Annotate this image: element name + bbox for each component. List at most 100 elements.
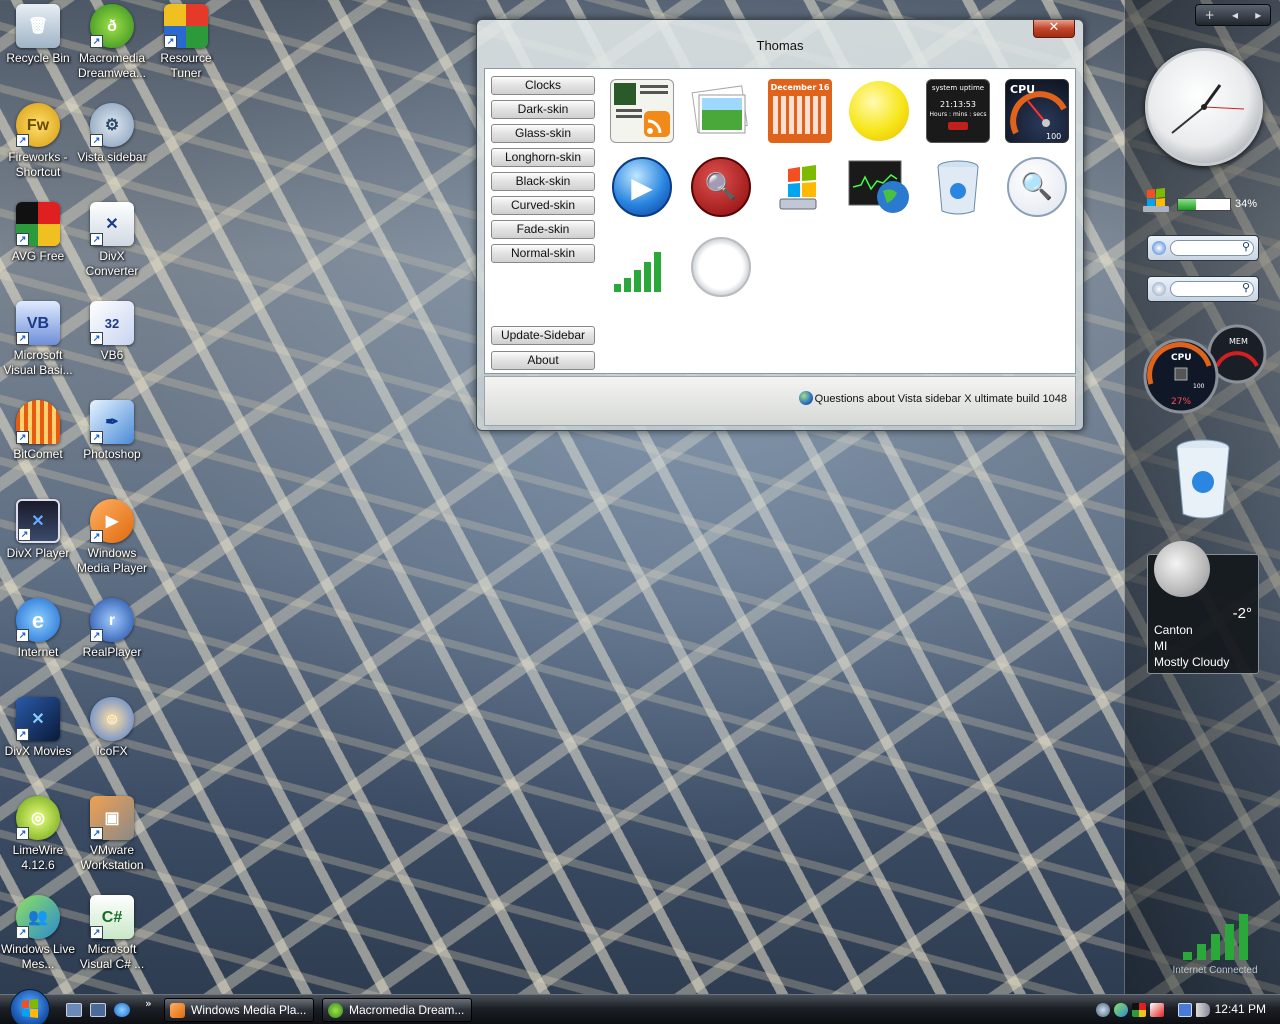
desktop-icon-windows-media-player[interactable]: ▶ ↗ Windows Media Player [74,499,150,576]
dark-skin-button[interactable]: Dark-skin [491,100,595,119]
flag-tray-icon[interactable] [1150,1003,1164,1017]
windows-computer-gadget[interactable] [768,155,832,219]
network-signal-gadget[interactable]: Internet Connected [1155,912,1275,982]
desktop-icon-avg[interactable]: ↗ AVG Free [0,202,76,264]
show-desktop-icon[interactable] [66,1003,82,1017]
sidebar-settings-dialog: Thomas ✕ Clocks Dark-skin Glass-skin Lon… [476,19,1084,431]
slideshow-gadget[interactable] [689,79,753,143]
desktop-icon-label: DivX Movies [4,744,72,758]
quick-launch-overflow[interactable]: » [145,997,152,1010]
network-status-label: Internet Connected [1172,965,1258,976]
search-magnifier-blue-gadget[interactable]: 🔍 [1005,155,1069,219]
search-icon[interactable]: ⚲ [1242,240,1250,253]
add-gadget-button[interactable]: + [1205,8,1215,22]
about-button[interactable]: About [491,351,595,370]
feed-headlines-gadget[interactable] [610,79,674,143]
previous-page-button[interactable]: ◂ [1232,8,1238,22]
volume-tray-icon[interactable] [1196,1003,1210,1017]
black-skin-button[interactable]: Black-skin [491,172,595,191]
start-button[interactable] [10,989,50,1024]
desktop-icon-label: Photoshop [83,447,141,461]
bitcomet-icon: ↗ [16,400,60,444]
sidebar-recycle-bin-gadget[interactable] [1171,436,1235,522]
network-tray-icon[interactable] [1178,1003,1192,1017]
normal-skin-button[interactable]: Normal-skin [491,244,595,263]
uptime-reset-icon [948,122,968,130]
taskbar-clock[interactable]: 12:41 PM [1215,1002,1266,1016]
desktop-icon-visual-csharp[interactable]: C# ↗ Microsoft Visual C# ... [74,895,150,972]
glass-skin-button[interactable]: Glass-skin [491,124,595,143]
longhorn-skin-button[interactable]: Longhorn-skin [491,148,595,167]
search-magnifier-red-gadget[interactable]: 🔍 [689,155,753,219]
desktop-icon-label: DivX Converter [85,249,139,278]
uptime-units: Hours : mins : secs [929,111,987,118]
desktop-icon-realplayer[interactable]: r ↗ RealPlayer [74,598,150,660]
curved-skin-button[interactable]: Curved-skin [491,196,595,215]
weather-temperature: -2° [1232,605,1252,622]
search-gadget-2[interactable]: ⚲ [1147,276,1259,302]
cpu-mem-meter-gadget[interactable]: MEM CPU 100 27% [1141,322,1269,416]
play-icon: ▶ [612,157,672,217]
messenger-tray-icon[interactable] [1114,1003,1128,1017]
fade-skin-button[interactable]: Fade-skin [491,220,595,239]
signal-bars-icon [1183,914,1248,960]
search-icon[interactable]: ⚲ [1242,281,1250,294]
weather-gadget[interactable]: -2° Canton MI Mostly Cloudy [1147,541,1259,674]
desktop-icon-photoshop[interactable]: ✒ ↗ Photoshop [74,400,150,462]
media-player-gadget[interactable]: ▶ [610,155,674,219]
weather-sun-gadget[interactable] [847,79,911,143]
desktop-icon-fireworks[interactable]: Fw ↗ Fireworks - Shortcut [0,103,76,180]
desktop-icon-divx-player[interactable]: ✕ ↗ DivX Player [0,499,76,561]
desktop-icon-dreamweaver[interactable]: ð ↗ Macromedia Dreamwea... [74,4,150,81]
windows-logo-icon [779,165,817,210]
signal-strength-gadget[interactable] [610,239,674,303]
update-sidebar-button[interactable]: Update-Sidebar [491,326,595,345]
switch-windows-icon[interactable] [90,1003,106,1017]
dreamweaver-icon [328,1003,343,1018]
status-bar: Questions about Vista sidebar X ultimate… [484,376,1076,426]
desktop-icon-label: VMware Workstation [80,843,144,872]
desktop-icon-vista-sidebar[interactable]: ⚙ ↗ Vista sidebar [74,103,150,165]
network-monitor-gadget[interactable] [847,155,911,219]
next-page-button[interactable]: ▸ [1255,8,1261,22]
desktop-icon-icofx[interactable]: ☺ IcoFX [74,697,150,759]
divx-player-icon: ✕ ↗ [16,499,60,543]
desktop-icon-vmware[interactable]: ▣ ↗ VMware Workstation [74,796,150,873]
taskbar-windows-media-player[interactable]: Windows Media Pla... [164,998,314,1022]
desktop-icon-recycle-bin[interactable]: 🗑 Recycle Bin [0,4,76,66]
sidebar-tray-icon[interactable] [1096,1003,1110,1017]
status-link[interactable]: Questions about Vista sidebar X ultimate… [815,393,1067,405]
media-player-icon [170,1003,185,1018]
desktop-icon-visual-basic[interactable]: VB ↗ Microsoft Visual Basi... [0,301,76,378]
desktop-icon-divx-movies[interactable]: ✕ ↗ DivX Movies [0,697,76,759]
search-gadget-1[interactable]: ⚲ [1147,235,1259,261]
avg-tray-icon[interactable] [1132,1003,1146,1017]
sun-icon [849,81,909,141]
desktop-icon-windows-live-messenger[interactable]: 👥 ↗ Windows Live Mes... [0,895,76,972]
close-button[interactable]: ✕ [1033,20,1075,38]
photoshop-feather-icon: ✒ ↗ [90,400,134,444]
desktop-icon-resource-tuner[interactable]: ↗ Resource Tuner [148,4,224,81]
sidebar-toolbar: + ◂ ▸ [1195,4,1271,26]
clock-gadget[interactable] [689,235,753,299]
cpu-meter-gadget[interactable]: CPU 100 [1005,79,1069,143]
internet-explorer-icon[interactable] [114,1003,130,1017]
recycle-bin-gadget[interactable] [926,155,990,219]
desktop-icon-label: VB6 [100,348,124,362]
desktop-icon-internet[interactable]: e ↗ Internet [0,598,76,660]
desktop-icon-limewire[interactable]: ◎ ↗ LimeWire 4.12.6 [0,796,76,873]
system-uptime-gadget[interactable]: system uptime 21:13:53 Hours : mins : se… [926,79,990,143]
network-globe-icon [848,160,909,213]
desktop-icon-bitcomet[interactable]: ↗ BitComet [0,400,76,462]
clocks-button[interactable]: Clocks [491,76,595,95]
cpu-gauge-icon: CPU 100 [1010,83,1067,141]
desktop-icon-vb6[interactable]: 32 ↗ VB6 [74,301,150,363]
desktop-icon-divx-converter[interactable]: ✕ ↗ DivX Converter [74,202,150,279]
calendar-gadget[interactable]: December 16 [768,79,832,143]
taskbar-dreamweaver[interactable]: Macromedia Dream... [322,998,472,1022]
desktop-icon-label: Vista sidebar [77,150,147,164]
desktop-icon-label: Internet [17,645,59,659]
gear-icon: ⚙ ↗ [90,103,134,147]
sidebar-clock-gadget[interactable] [1145,48,1263,166]
moon-icon [1154,541,1210,597]
